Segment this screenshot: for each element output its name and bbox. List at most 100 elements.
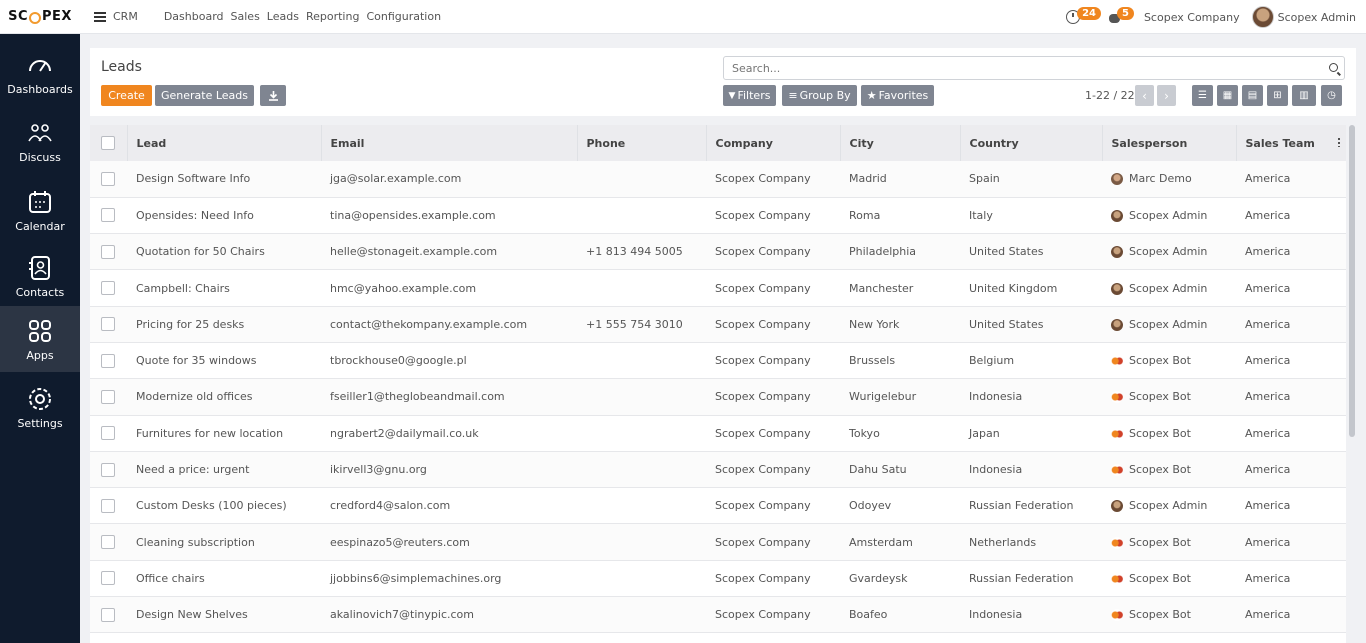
table-row[interactable]: Opensides: Need Info tina@opensides.examp… xyxy=(90,197,1346,235)
phone-cell[interactable] xyxy=(577,451,706,489)
phone-cell[interactable] xyxy=(577,523,706,561)
lead-cell[interactable]: Cleaning subscription xyxy=(127,523,321,561)
salesperson-cell[interactable]: Scopex Admin xyxy=(1102,197,1236,235)
row-checkbox[interactable] xyxy=(101,389,115,404)
row-select-cell[interactable] xyxy=(90,306,127,343)
row-select-cell[interactable] xyxy=(90,523,127,561)
city-cell[interactable]: Odoyev xyxy=(840,487,960,525)
group-by-button[interactable]: ≡ Group By xyxy=(782,85,857,106)
email-cell[interactable]: fseiller1@theglobeandmail.com xyxy=(321,378,577,416)
vertical-scrollbar[interactable] xyxy=(1349,125,1355,437)
row-checkbox[interactable] xyxy=(101,426,115,441)
column-header-country[interactable]: Country xyxy=(960,125,1103,161)
sales-team-cell[interactable]: America xyxy=(1236,161,1346,198)
salesperson-cell[interactable]: Scopex Bot xyxy=(1102,451,1236,489)
row-select-cell[interactable] xyxy=(90,451,127,489)
company-cell[interactable]: Scopex Company xyxy=(706,161,840,198)
sales-team-cell[interactable]: America xyxy=(1236,342,1346,380)
menu-sales[interactable]: Sales xyxy=(231,10,260,23)
phone-cell[interactable] xyxy=(577,487,706,525)
lead-cell[interactable]: Quotation for 50 Chairs xyxy=(127,233,321,271)
row-select-cell[interactable] xyxy=(90,197,127,235)
list-view-button[interactable]: ☰ xyxy=(1192,85,1213,106)
search-icon[interactable] xyxy=(1329,63,1338,72)
company-cell[interactable]: Scopex Company xyxy=(706,596,840,634)
email-cell[interactable]: ngrabert2@dailymail.co.uk xyxy=(321,415,577,452)
company-switcher[interactable]: Scopex Company xyxy=(1144,11,1240,24)
column-header-email[interactable]: Email xyxy=(321,125,578,161)
create-button[interactable]: Create xyxy=(101,85,152,106)
table-row[interactable]: Quote for 35 windows tbrockhouse0@google.… xyxy=(90,342,1346,380)
salesperson-cell[interactable]: Scopex Bot xyxy=(1102,342,1236,380)
table-row[interactable]: Office chairs jjobbins6@simplemachines.or… xyxy=(90,560,1346,598)
phone-cell[interactable] xyxy=(577,596,706,634)
city-cell[interactable]: Madrid xyxy=(840,161,960,198)
lead-cell[interactable]: Opensides: Need Info xyxy=(127,197,321,235)
email-cell[interactable]: helle@stonageit.example.com xyxy=(321,233,577,271)
menu-leads[interactable]: Leads xyxy=(267,10,299,23)
table-row[interactable]: Custom Desks (100 pieces) credford4@salon… xyxy=(90,487,1346,525)
salesperson-cell[interactable]: Scopex Admin xyxy=(1102,233,1236,271)
row-checkbox[interactable] xyxy=(101,244,115,259)
optional-columns-icon[interactable] xyxy=(1337,137,1340,147)
menu-toggle-icon[interactable] xyxy=(94,11,106,22)
salesperson-cell[interactable]: Scopex Bot xyxy=(1102,560,1236,598)
graph-view-button[interactable]: ▥ xyxy=(1292,85,1316,106)
salesperson-cell[interactable]: Scopex Bot xyxy=(1102,596,1236,634)
row-select-cell[interactable] xyxy=(90,342,127,380)
activity-view-button[interactable]: ◷ xyxy=(1321,85,1342,106)
table-row[interactable]: Modernize old offices fseiller1@theglobea… xyxy=(90,378,1346,416)
phone-cell[interactable] xyxy=(577,197,706,235)
city-cell[interactable]: Wurigelebur xyxy=(840,378,960,416)
country-cell[interactable]: Belgium xyxy=(960,342,1102,380)
city-cell[interactable]: Dahu Satu xyxy=(840,451,960,489)
sales-team-cell[interactable]: America xyxy=(1236,197,1346,235)
phone-cell[interactable]: +1 813 494 5005 xyxy=(577,233,706,271)
phone-cell[interactable] xyxy=(577,378,706,416)
city-cell[interactable]: Boafeo xyxy=(840,596,960,634)
kanban-view-button[interactable]: ▦ xyxy=(1217,85,1238,106)
sidebar-item-apps[interactable]: Apps xyxy=(0,306,80,372)
company-cell[interactable]: Scopex Company xyxy=(706,342,840,380)
company-cell[interactable]: Scopex Company xyxy=(706,233,840,271)
sales-team-cell[interactable]: America xyxy=(1236,306,1346,343)
menu-configuration[interactable]: Configuration xyxy=(366,10,441,23)
pivot-view-button[interactable]: ⊞ xyxy=(1267,85,1288,106)
company-cell[interactable]: Scopex Company xyxy=(706,487,840,525)
select-all-header[interactable] xyxy=(90,125,128,161)
row-select-cell[interactable] xyxy=(90,415,127,452)
generate-leads-button[interactable]: Generate Leads xyxy=(155,85,254,106)
sidebar-item-discuss[interactable]: Discuss xyxy=(0,108,80,174)
sidebar-item-calendar[interactable]: Calendar xyxy=(0,177,80,243)
company-cell[interactable]: Scopex Company xyxy=(706,560,840,598)
sidebar-item-settings[interactable]: Settings xyxy=(0,374,80,440)
company-cell[interactable]: Scopex Company xyxy=(706,415,840,452)
table-row[interactable]: Design New Shelves akalinovich7@tinypic.c… xyxy=(90,596,1346,634)
lead-cell[interactable]: Furnitures for new location xyxy=(127,415,321,452)
row-checkbox[interactable] xyxy=(101,281,115,296)
country-cell[interactable]: Indonesia xyxy=(960,451,1102,489)
calendar-view-button[interactable]: ▤ xyxy=(1242,85,1263,106)
column-header-lead[interactable]: Lead xyxy=(127,125,322,161)
row-checkbox[interactable] xyxy=(101,535,115,550)
city-cell[interactable]: Philadelphia xyxy=(840,233,960,271)
sales-team-cell[interactable]: America xyxy=(1236,415,1346,452)
email-cell[interactable]: akalinovich7@tinypic.com xyxy=(321,596,577,634)
country-cell[interactable]: United States xyxy=(960,306,1102,343)
country-cell[interactable]: United States xyxy=(960,233,1102,271)
phone-cell[interactable] xyxy=(577,342,706,380)
phone-cell[interactable] xyxy=(577,161,706,198)
row-select-cell[interactable] xyxy=(90,378,127,416)
row-select-cell[interactable] xyxy=(90,596,127,634)
sidebar-item-contacts[interactable]: Contacts xyxy=(0,243,80,309)
country-cell[interactable]: Netherlands xyxy=(960,523,1102,561)
city-cell[interactable]: Gvardeysk xyxy=(840,560,960,598)
country-cell[interactable]: Japan xyxy=(960,415,1102,452)
pager-previous-button[interactable]: ‹ xyxy=(1135,85,1154,106)
email-cell[interactable]: ikirvell3@gnu.org xyxy=(321,451,577,489)
country-cell[interactable]: Russian Federation xyxy=(960,487,1102,525)
table-row[interactable]: Quotation for 50 Chairs helle@stonageit.e… xyxy=(90,233,1346,271)
row-select-cell[interactable] xyxy=(90,269,127,307)
city-cell[interactable]: Roma xyxy=(840,197,960,235)
row-checkbox[interactable] xyxy=(101,571,115,586)
